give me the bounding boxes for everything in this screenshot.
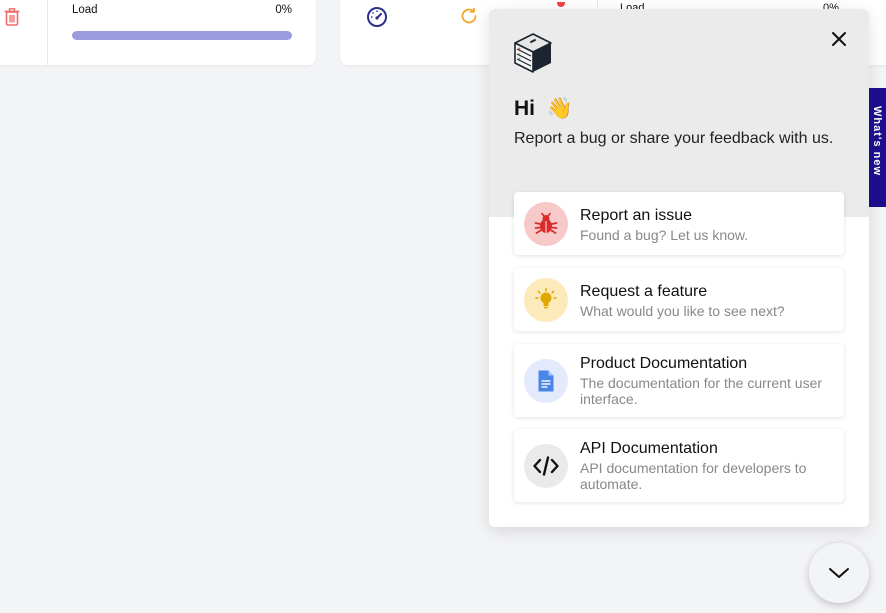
load-percent: 0%	[275, 4, 292, 16]
option-title: API Documentation	[580, 440, 718, 457]
chevron-down-icon	[829, 568, 849, 578]
bug-icon	[534, 212, 558, 234]
widget-subtitle: Report a bug or share your feedback with…	[514, 130, 834, 147]
option-title: Report an issue	[580, 207, 693, 224]
option-title: Product Documentation	[580, 355, 748, 372]
feedback-widget: Hi 👋 Report a bug or share your feedback…	[489, 9, 869, 527]
status-indicator	[557, 2, 565, 7]
greeting-text: Hi	[514, 97, 535, 120]
bug-icon-badge	[524, 202, 568, 246]
load-progress-bar	[72, 31, 292, 40]
trash-icon[interactable]	[4, 8, 20, 26]
divider	[47, 0, 48, 65]
option-title: Request a feature	[580, 283, 708, 300]
option-description: Found a bug? Let us know.	[580, 227, 749, 243]
option-description: The documentation for the current user i…	[580, 375, 823, 407]
wave-emoji: 👋	[546, 97, 573, 120]
server-logo-icon	[514, 33, 552, 73]
request-feature-option[interactable]: Request a feature What would you like to…	[514, 268, 844, 331]
option-description: API documentation for developers to auto…	[580, 460, 807, 492]
close-icon[interactable]	[829, 29, 849, 49]
resource-card: Load 0%	[0, 0, 316, 65]
document-icon-badge	[524, 359, 568, 403]
widget-toggle-button[interactable]	[809, 543, 869, 603]
code-icon-badge	[524, 444, 568, 488]
report-issue-option[interactable]: Report an issue Found a bug? Let us know…	[514, 192, 844, 255]
greeting-heading: Hi 👋	[514, 97, 573, 121]
lightbulb-icon-badge	[524, 278, 568, 322]
load-progress-fill	[72, 31, 292, 40]
refresh-icon[interactable]	[459, 6, 479, 26]
lightbulb-icon	[535, 288, 557, 309]
option-description: What would you like to see next?	[580, 303, 785, 319]
load-label: Load	[72, 4, 98, 16]
api-documentation-option[interactable]: API Documentation API documentation for …	[514, 429, 844, 502]
document-icon	[538, 370, 554, 392]
product-documentation-option[interactable]: Product Documentation The documentation …	[514, 344, 844, 417]
code-icon	[533, 456, 559, 476]
whats-new-tab[interactable]: What's new	[868, 88, 886, 207]
speedometer-icon[interactable]	[366, 6, 388, 28]
